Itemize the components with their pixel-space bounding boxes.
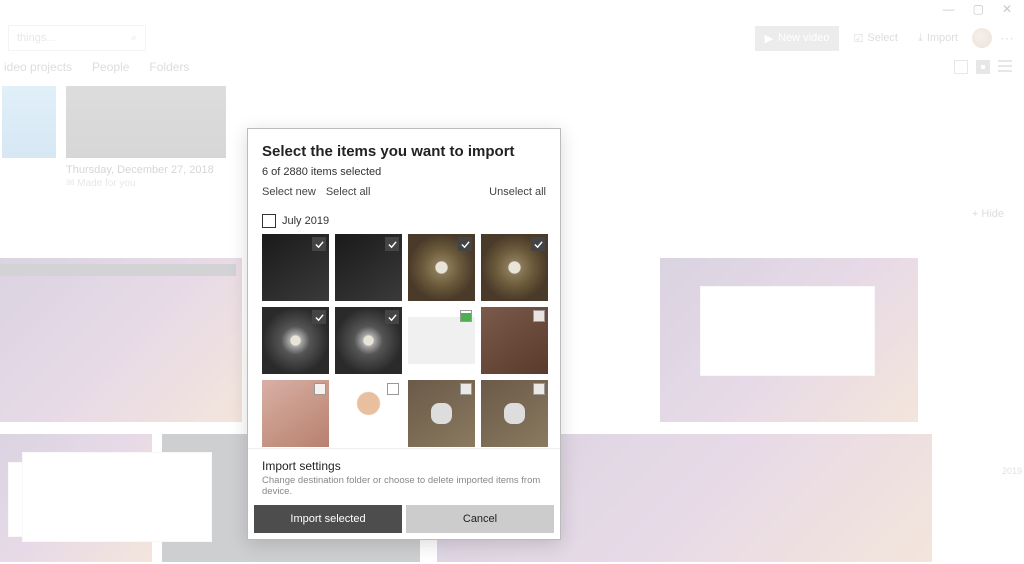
import-photo-item[interactable] (408, 234, 475, 301)
item-checkbox[interactable] (460, 383, 472, 395)
import-dialog: Select the items you want to import 6 of… (247, 128, 561, 540)
import-settings[interactable]: Import settings Change destination folde… (248, 448, 560, 505)
import-photo-item[interactable] (335, 307, 402, 374)
dialog-title: Select the items you want to import (262, 143, 546, 160)
import-photo-item[interactable] (481, 380, 548, 447)
selected-check-icon (458, 237, 472, 251)
item-checkbox[interactable] (533, 383, 545, 395)
import-photo-grid (262, 234, 548, 448)
import-selected-button[interactable]: Import selected (254, 505, 402, 533)
selected-check-icon (385, 237, 399, 251)
selected-check-icon (531, 237, 545, 251)
item-checkbox[interactable] (387, 383, 399, 395)
item-checkbox[interactable] (460, 310, 472, 322)
import-photo-item[interactable] (408, 307, 475, 374)
import-photo-item[interactable] (262, 307, 329, 374)
cancel-button[interactable]: Cancel (406, 505, 554, 533)
selected-check-icon (312, 237, 326, 251)
import-grid-scroll[interactable]: July 2019 (248, 206, 560, 448)
import-photo-item[interactable] (481, 234, 548, 301)
import-photo-item[interactable] (335, 380, 402, 447)
selected-check-icon (385, 310, 399, 324)
group-checkbox[interactable] (262, 214, 276, 228)
settings-sub: Change destination folder or choose to d… (262, 475, 546, 497)
import-photo-item[interactable] (481, 307, 548, 374)
settings-title: Import settings (262, 459, 546, 473)
select-new-link[interactable]: Select new (262, 186, 316, 198)
import-photo-item[interactable] (262, 380, 329, 447)
import-photo-item[interactable] (262, 234, 329, 301)
group-label: July 2019 (282, 215, 329, 227)
import-photo-item[interactable] (335, 234, 402, 301)
selected-check-icon (312, 310, 326, 324)
select-all-link[interactable]: Select all (326, 186, 371, 198)
unselect-all-link[interactable]: Unselect all (489, 186, 546, 198)
import-photo-item[interactable] (408, 380, 475, 447)
item-checkbox[interactable] (314, 383, 326, 395)
dialog-selection-count: 6 of 2880 items selected (262, 166, 546, 178)
item-checkbox[interactable] (533, 310, 545, 322)
